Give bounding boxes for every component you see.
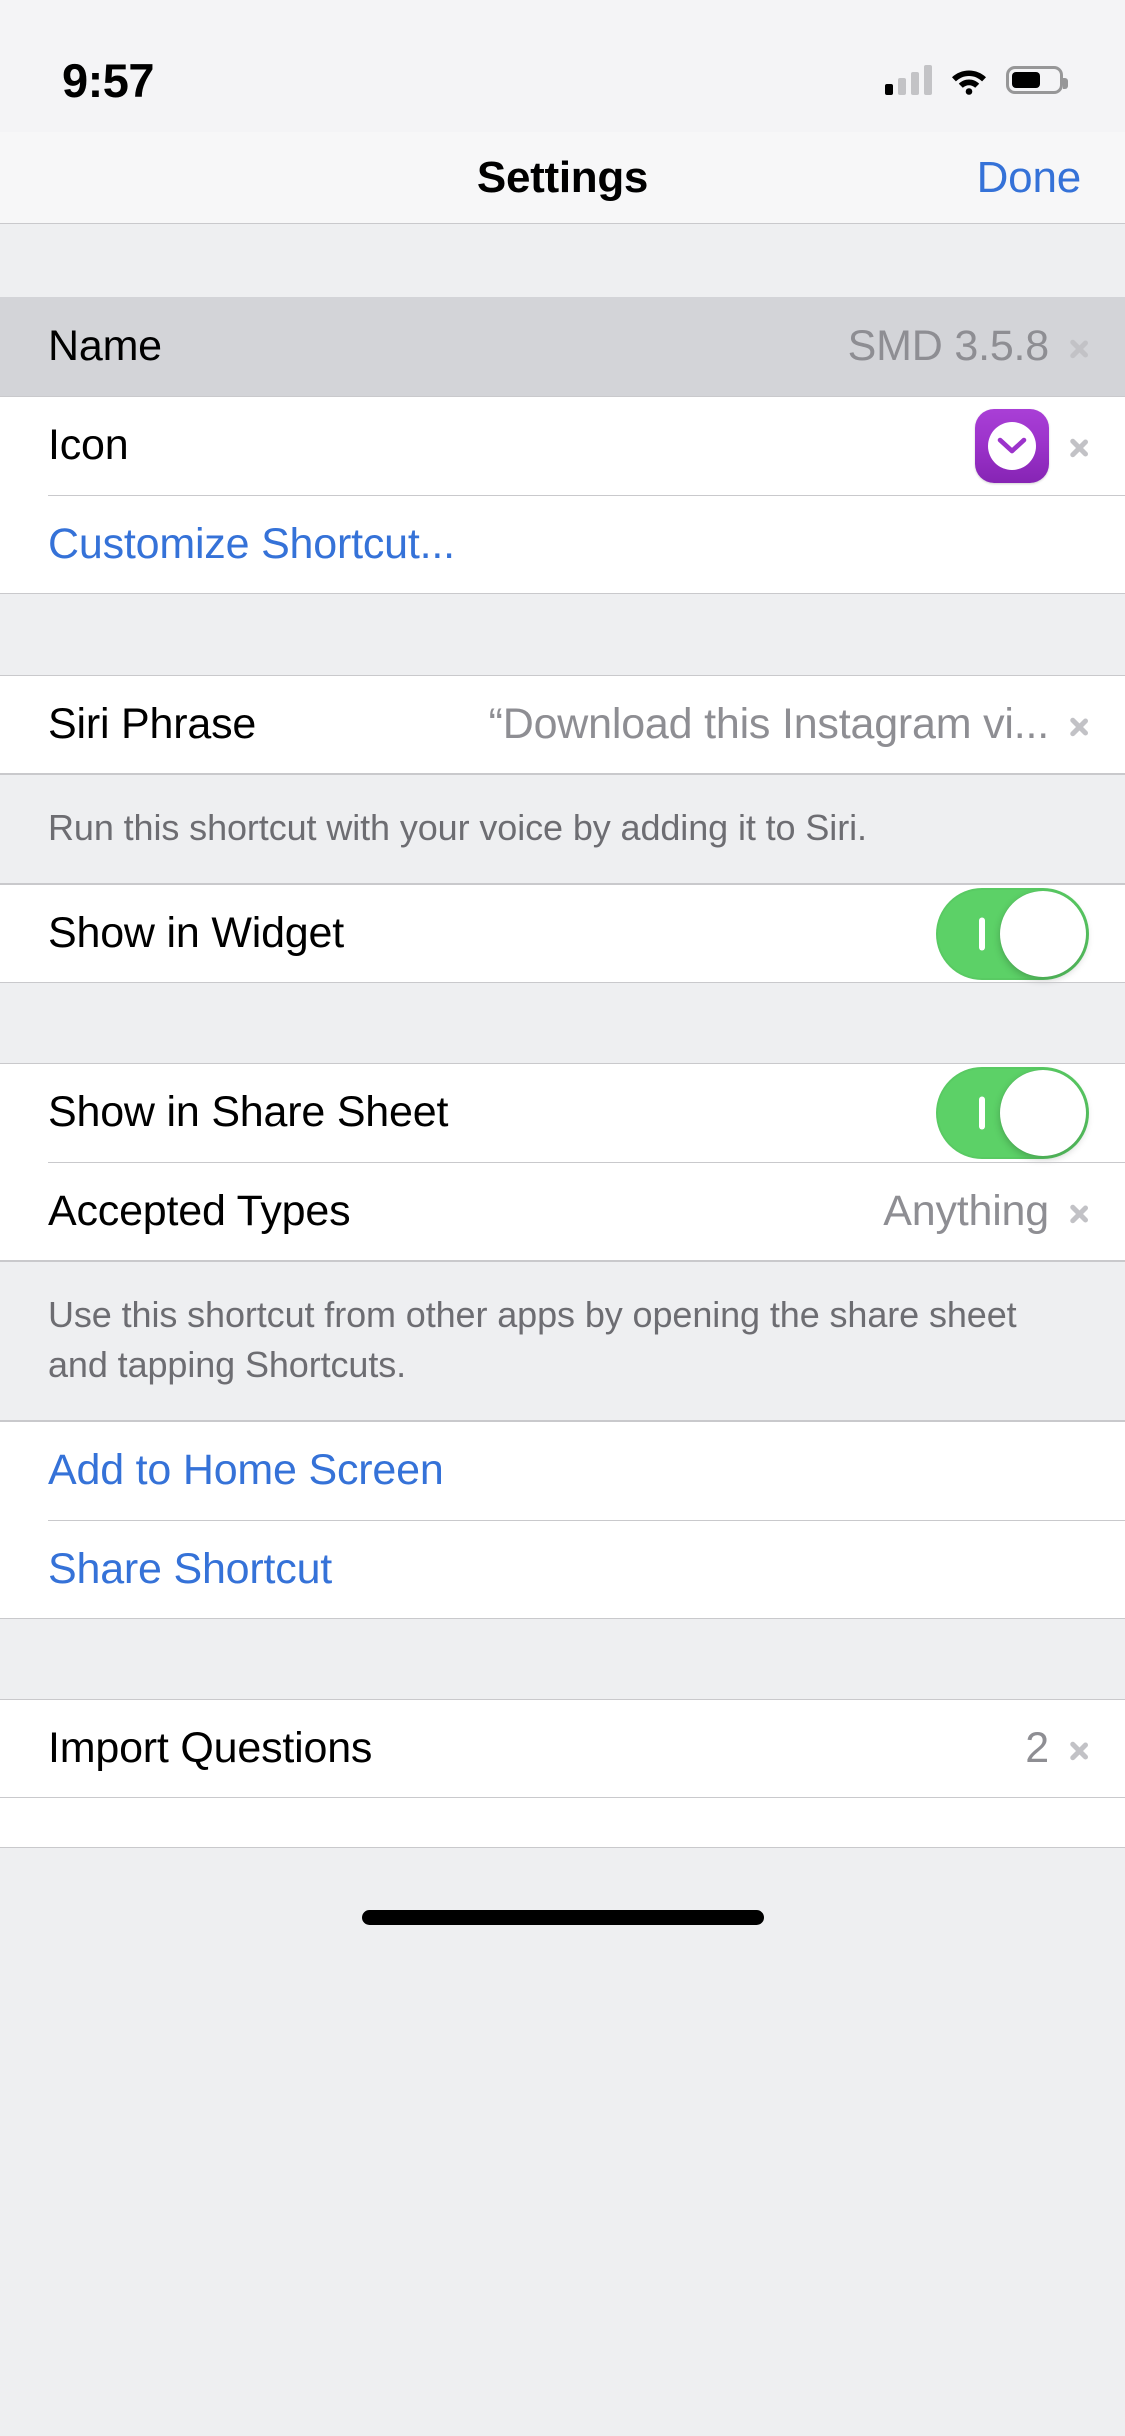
icon-row-label: Icon [48, 421, 129, 469]
chevron-right-icon [1069, 707, 1089, 743]
cellular-signal-icon [885, 65, 932, 95]
show-in-share-sheet-toggle[interactable] [936, 1066, 1089, 1159]
section-gap [0, 594, 1125, 675]
siri-phrase-row[interactable]: Siri Phrase “Download this Instagram vi.… [0, 675, 1125, 774]
settings-screen: 9:57 Settings Done Name SMD 3.5.8 Icon C… [0, 0, 1125, 2436]
accepted-types-row[interactable]: Accepted Types Anything [0, 1162, 1125, 1261]
siri-phrase-value: “Download this Instagram vi... [488, 700, 1050, 748]
home-indicator-area [0, 1847, 1125, 1949]
name-row[interactable]: Name SMD 3.5.8 [0, 297, 1125, 396]
import-questions-value: 2 [1025, 1724, 1049, 1772]
navigation-bar: Settings Done [0, 132, 1125, 224]
battery-icon [1006, 66, 1068, 94]
show-in-share-sheet-row[interactable]: Show in Share Sheet [0, 1063, 1125, 1162]
page-title: Settings [476, 152, 649, 202]
share-sheet-footer-text: Use this shortcut from other apps by ope… [0, 1261, 1125, 1421]
name-row-value: SMD 3.5.8 [847, 322, 1049, 370]
add-to-home-screen-row[interactable]: Add to Home Screen [0, 1421, 1125, 1520]
share-shortcut-row[interactable]: Share Shortcut [0, 1520, 1125, 1619]
import-questions-label: Import Questions [48, 1724, 373, 1772]
details-group: Name SMD 3.5.8 Icon Customize Shortcut..… [0, 297, 1125, 594]
customize-shortcut-row[interactable]: Customize Shortcut... [0, 495, 1125, 594]
status-bar-indicators [885, 65, 1068, 95]
siri-phrase-label: Siri Phrase [48, 700, 257, 748]
section-gap [0, 983, 1125, 1063]
show-in-share-sheet-label: Show in Share Sheet [48, 1088, 449, 1136]
add-to-home-screen-label: Add to Home Screen [48, 1446, 444, 1494]
chevron-right-icon [1069, 329, 1089, 365]
share-shortcut-label: Share Shortcut [48, 1545, 333, 1593]
wifi-icon [949, 65, 989, 95]
bottom-filler [0, 1798, 1125, 1847]
import-group: Import Questions 2 [0, 1699, 1125, 1798]
share-sheet-group: Show in Share Sheet Accepted Types Anyth… [0, 1063, 1125, 1261]
actions-group: Add to Home Screen Share Shortcut [0, 1421, 1125, 1619]
section-gap [0, 224, 1125, 297]
accepted-types-label: Accepted Types [48, 1187, 351, 1235]
customize-shortcut-label: Customize Shortcut... [48, 520, 455, 568]
widget-group: Show in Widget [0, 884, 1125, 983]
chevron-right-icon [1069, 1731, 1089, 1767]
siri-group: Siri Phrase “Download this Instagram vi.… [0, 675, 1125, 774]
show-in-widget-row[interactable]: Show in Widget [0, 884, 1125, 983]
chevron-right-icon [1069, 1194, 1089, 1230]
status-bar-time: 9:57 [62, 53, 155, 107]
chevron-right-icon [1069, 428, 1089, 464]
siri-footer-text: Run this shortcut with your voice by add… [0, 774, 1125, 884]
done-button[interactable]: Done [977, 153, 1082, 203]
name-row-label: Name [48, 322, 162, 370]
download-chevron-icon [975, 408, 1049, 483]
show-in-widget-label: Show in Widget [48, 909, 344, 957]
show-in-widget-toggle[interactable] [936, 887, 1089, 980]
import-questions-row[interactable]: Import Questions 2 [0, 1699, 1125, 1798]
section-gap [0, 1619, 1125, 1699]
home-indicator[interactable] [361, 1910, 764, 1925]
status-bar: 9:57 [0, 0, 1125, 132]
accepted-types-value: Anything [883, 1187, 1049, 1235]
icon-row[interactable]: Icon [0, 396, 1125, 495]
